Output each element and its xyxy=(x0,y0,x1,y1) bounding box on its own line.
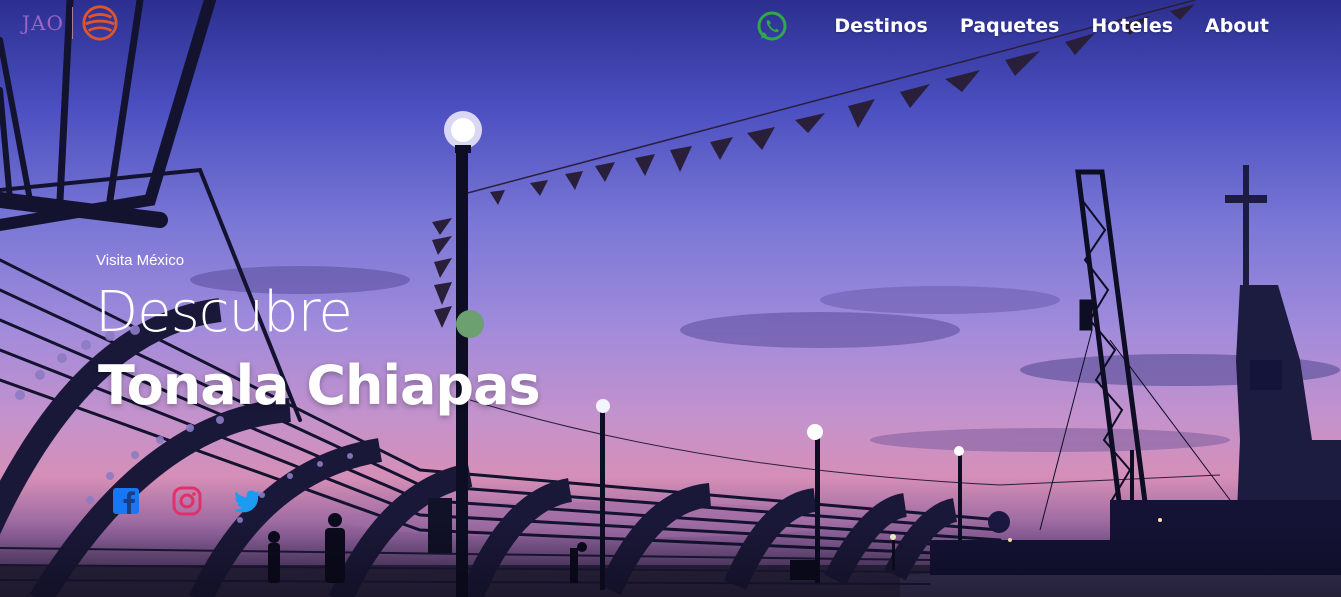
nav-link-hoteles[interactable]: Hoteles xyxy=(1091,15,1173,37)
hero-kicker: Visita México xyxy=(96,252,185,269)
nav-link-about[interactable]: About xyxy=(1205,15,1269,37)
hero-section: JAO Destinos Paquetes Hoteles About Visi… xyxy=(0,0,1341,597)
brand-logo[interactable]: JAO xyxy=(22,4,119,42)
brand-name: JAO xyxy=(22,11,64,35)
whatsapp-icon[interactable] xyxy=(756,10,788,42)
twitter-icon xyxy=(234,490,260,513)
instagram-link[interactable] xyxy=(172,486,202,516)
nav-link-destinos[interactable]: Destinos xyxy=(834,15,927,37)
nav-link-paquetes[interactable]: Paquetes xyxy=(960,15,1060,37)
bunting xyxy=(432,0,1221,486)
twitter-link[interactable] xyxy=(232,486,262,516)
main-nav: Destinos Paquetes Hoteles About xyxy=(756,10,1269,42)
instagram-icon xyxy=(172,486,202,516)
hero-title-light: Descubre xyxy=(95,280,353,345)
globe-logo-icon xyxy=(82,5,118,41)
social-links xyxy=(112,486,262,516)
hero-title-bold: Tonala Chiapas xyxy=(98,354,541,417)
logo-divider xyxy=(71,7,73,39)
facebook-link[interactable] xyxy=(112,486,142,516)
facebook-icon xyxy=(113,488,139,514)
